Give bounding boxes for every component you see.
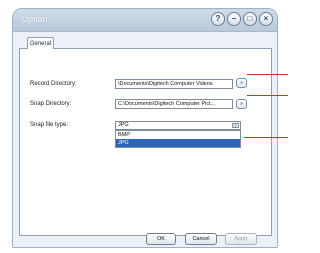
option-bmp[interactable]: BMP [116, 131, 240, 139]
record-directory-field[interactable]: \Documents\Digitech Computer Videos [115, 79, 233, 89]
snap-file-type-value: JPG [118, 122, 129, 128]
cancel-button[interactable]: Cancel [185, 233, 217, 245]
option-jpg[interactable]: JPG [116, 139, 240, 147]
minimize-button[interactable]: – [227, 12, 241, 26]
settings-panel: General Record Directory: \Documents\Dig… [19, 37, 272, 243]
ok-button[interactable]: OK [146, 233, 176, 245]
title-bar[interactable]: Option ? – □ × [13, 9, 277, 32]
tab-general[interactable]: General [27, 37, 54, 49]
option-window: Option ? – □ × General Record Directory:… [12, 8, 278, 248]
snap-directory-browse-button[interactable]: » [236, 99, 247, 109]
callout-line-filetype [244, 137, 288, 138]
close-button[interactable]: × [259, 12, 273, 26]
maximize-button[interactable]: □ [243, 12, 257, 26]
snap-file-type-label: Snap file type: [30, 122, 69, 128]
callout-line-snap [247, 95, 288, 96]
help-button[interactable]: ? [211, 12, 225, 26]
snap-directory-field[interactable]: C:\Documents\Digitech Computer Pict... [115, 99, 233, 109]
apply-button[interactable]: Apply [225, 233, 257, 245]
chevron-down-icon[interactable]: ◊ [232, 123, 239, 128]
general-tab-page: Record Directory: \Documents\Digitech Co… [19, 48, 272, 236]
snap-file-type-select[interactable]: JPG ◊ [115, 121, 241, 130]
snap-file-type-dropdown: BMP JPG [115, 130, 241, 148]
record-directory-browse-button[interactable]: » [236, 78, 247, 88]
window-title: Option [21, 14, 48, 24]
snap-directory-label: Snap Directory: [30, 101, 72, 107]
record-directory-label: Record Directory: [30, 81, 77, 87]
callout-line-record [247, 74, 288, 75]
